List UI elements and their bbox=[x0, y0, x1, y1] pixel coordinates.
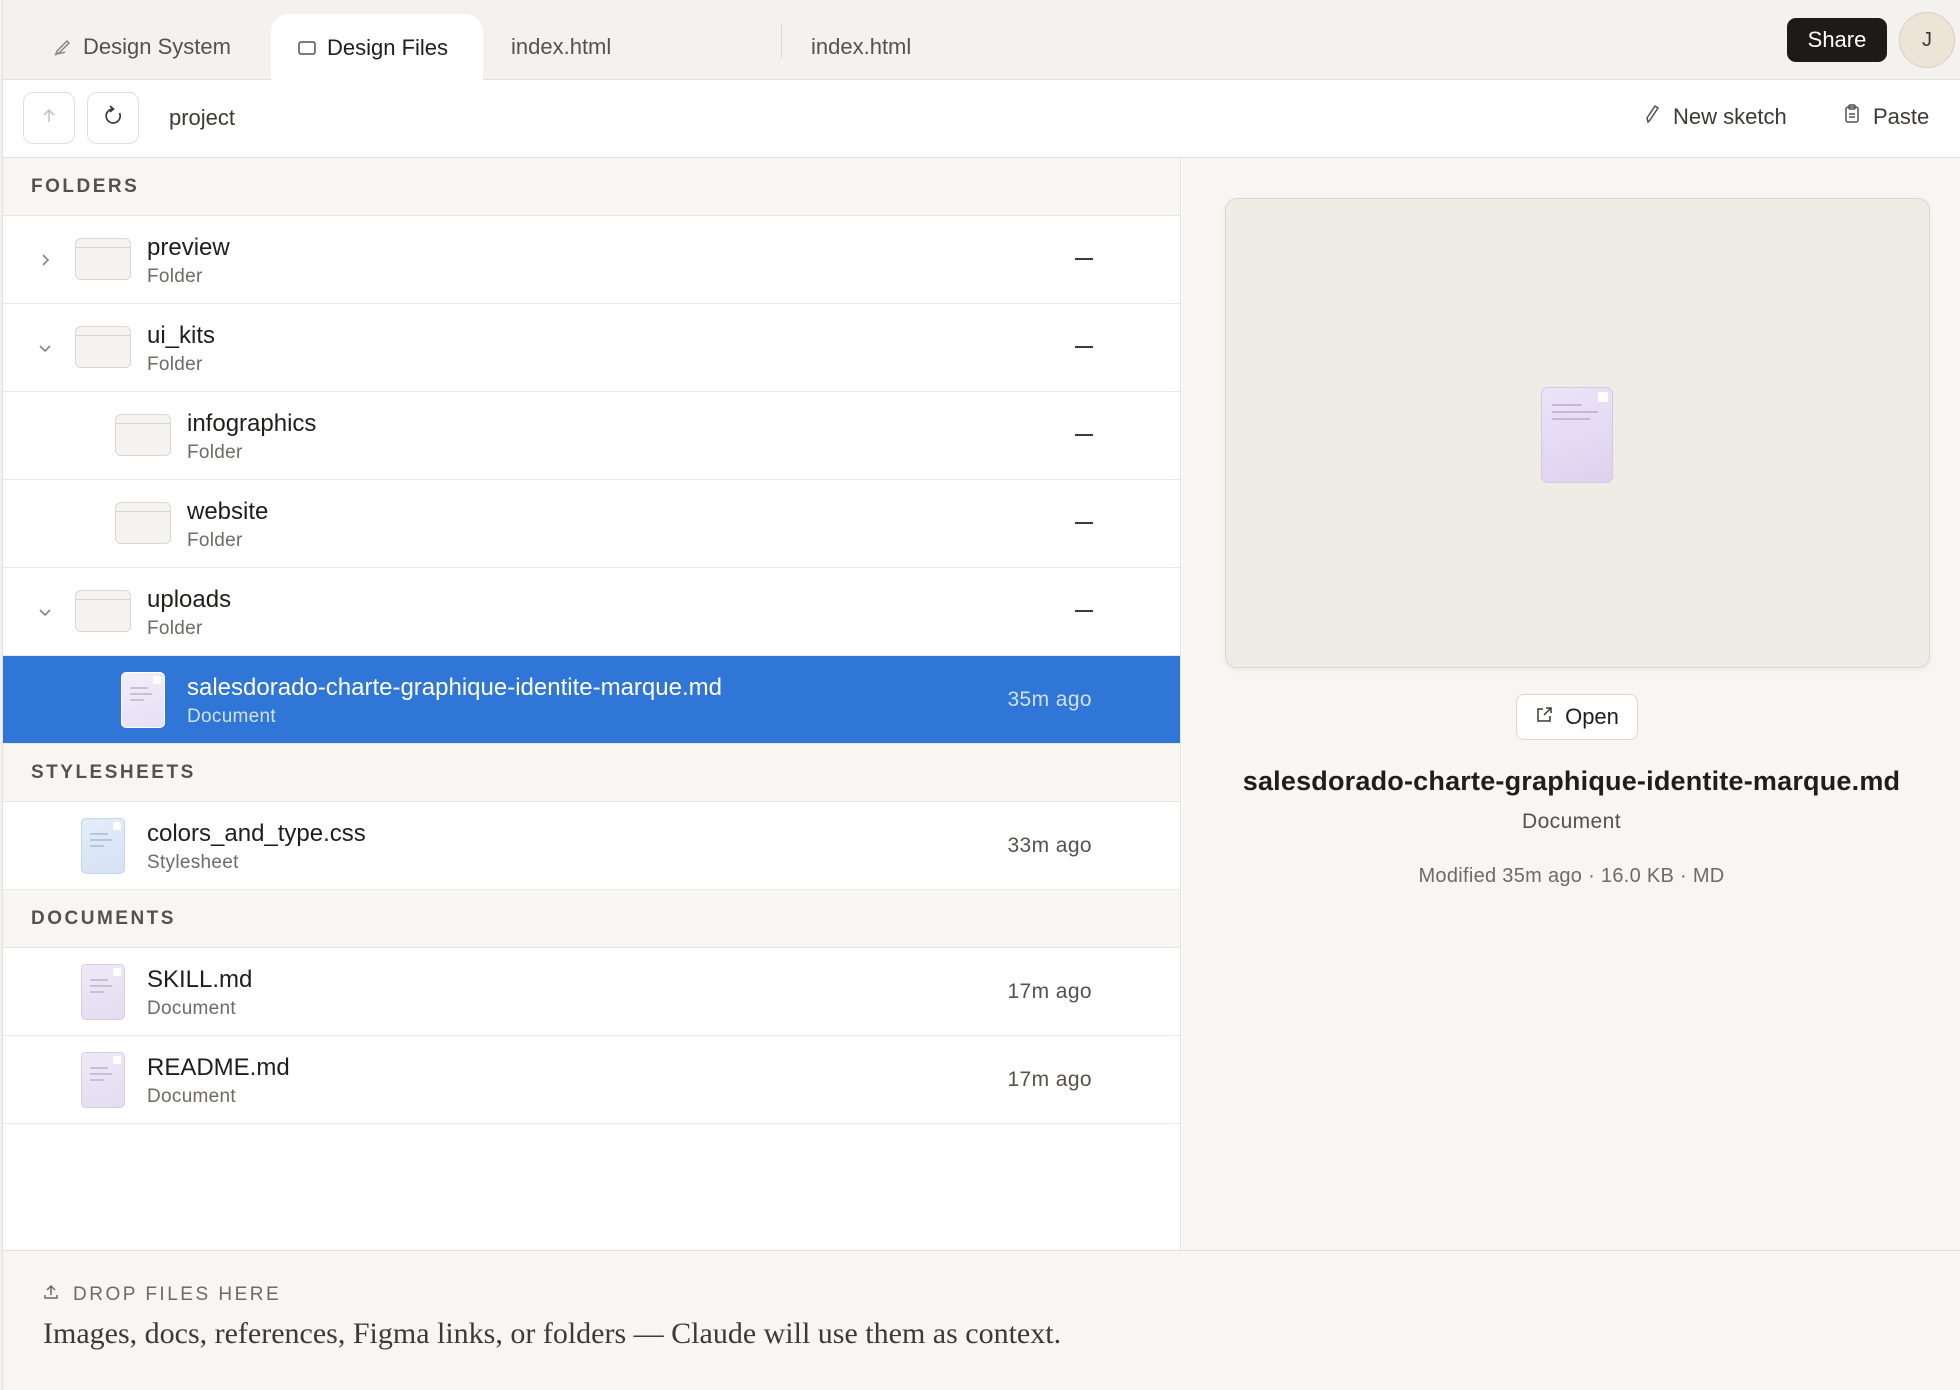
item-name: README.md bbox=[147, 1054, 290, 1081]
section-header-documents: DOCUMENTS bbox=[3, 890, 1180, 948]
item-name: uploads bbox=[147, 586, 232, 613]
list-item[interactable]: README.md Document 17m ago bbox=[3, 1036, 1180, 1124]
folder-icon bbox=[115, 414, 171, 456]
document-icon bbox=[81, 964, 125, 1020]
empty-date-dash bbox=[1075, 522, 1093, 524]
tab-label: Design Files bbox=[327, 34, 449, 60]
drop-zone-heading: DROP FILES HERE bbox=[73, 1284, 282, 1305]
item-name: preview bbox=[147, 234, 230, 261]
tab-design-files[interactable]: Design Files bbox=[271, 14, 483, 81]
item-name: website bbox=[187, 498, 269, 525]
document-icon bbox=[1541, 387, 1613, 483]
item-kind: Document bbox=[147, 998, 236, 1019]
file-list: FOLDERS preview Folder ui_kits Folder in… bbox=[3, 158, 1181, 1250]
open-label: Open bbox=[1565, 704, 1619, 729]
empty-date-dash bbox=[1075, 346, 1093, 348]
item-kind: Folder bbox=[147, 618, 203, 639]
tab-design-system[interactable]: Design System bbox=[25, 14, 259, 80]
pen-icon bbox=[53, 37, 73, 57]
app-window: Design System Design Files index.html in… bbox=[2, 0, 1960, 1390]
chevron-right-icon[interactable] bbox=[35, 250, 55, 270]
drop-zone-text: Images, docs, references, Figma links, o… bbox=[43, 1317, 1062, 1350]
section-header-folders: FOLDERS bbox=[3, 158, 1180, 216]
tab-divider bbox=[781, 24, 782, 58]
item-kind: Document bbox=[187, 706, 276, 727]
preview-meta: Modified 35m ago · 16.0 KB · MD bbox=[1418, 865, 1725, 887]
pencil-icon bbox=[1643, 104, 1661, 130]
item-kind: Folder bbox=[147, 354, 203, 375]
item-name: colors_and_type.css bbox=[147, 820, 366, 847]
tab-label: index.html bbox=[511, 34, 612, 59]
list-item[interactable]: uploads Folder bbox=[3, 568, 1180, 656]
clipboard-icon bbox=[1843, 104, 1861, 130]
refresh-icon bbox=[101, 104, 125, 133]
item-date: 35m ago bbox=[1007, 688, 1092, 711]
item-name: ui_kits bbox=[147, 322, 216, 349]
open-button[interactable]: Open bbox=[1516, 694, 1638, 740]
item-name: SKILL.md bbox=[147, 966, 253, 993]
stylesheet-icon bbox=[81, 818, 125, 874]
empty-date-dash bbox=[1075, 258, 1093, 260]
tab-label: Design System bbox=[83, 34, 231, 59]
drop-zone[interactable]: DROP FILES HERE Images, docs, references… bbox=[3, 1250, 1960, 1390]
item-name: infographics bbox=[187, 410, 317, 437]
new-sketch-button[interactable]: New sketch bbox=[1643, 104, 1787, 130]
preview-kind: Document bbox=[1522, 810, 1621, 833]
breadcrumb[interactable]: project bbox=[169, 105, 235, 131]
drop-zone-header: DROP FILES HERE bbox=[43, 1283, 281, 1307]
file-thumbnail[interactable] bbox=[1225, 198, 1930, 668]
list-item[interactable]: SKILL.md Document 17m ago bbox=[3, 948, 1180, 1036]
tab-bar: Design System Design Files index.html in… bbox=[3, 0, 1960, 81]
chevron-down-icon[interactable] bbox=[35, 602, 55, 622]
folder-icon bbox=[75, 590, 131, 632]
item-date: 17m ago bbox=[1007, 980, 1092, 1003]
item-kind: Stylesheet bbox=[147, 852, 239, 873]
refresh-button[interactable] bbox=[87, 92, 139, 144]
section-header-stylesheets: STYLESHEETS bbox=[3, 744, 1180, 802]
list-item[interactable]: website Folder bbox=[3, 480, 1180, 568]
preview-title: salesdorado-charte-graphique-identite-ma… bbox=[1242, 766, 1901, 796]
list-item[interactable]: preview Folder bbox=[3, 216, 1180, 304]
paste-label: Paste bbox=[1873, 104, 1930, 129]
list-item[interactable]: colors_and_type.css Stylesheet 33m ago bbox=[3, 802, 1180, 890]
upload-icon bbox=[43, 1283, 59, 1307]
tab-label: index.html bbox=[811, 34, 912, 59]
folder-icon bbox=[75, 238, 131, 280]
tab-index-html-1[interactable]: index.html bbox=[483, 14, 639, 80]
item-kind: Folder bbox=[187, 530, 243, 551]
toolbar: project New sketch Paste bbox=[3, 80, 1960, 158]
avatar[interactable]: J bbox=[1899, 12, 1955, 68]
preview-panel: Open salesdorado-charte-graphique-identi… bbox=[1182, 158, 1960, 1250]
new-sketch-label: New sketch bbox=[1673, 104, 1787, 129]
arrow-up-icon bbox=[39, 106, 59, 131]
share-button[interactable]: Share bbox=[1787, 18, 1887, 62]
document-icon bbox=[81, 1052, 125, 1108]
folder-icon bbox=[115, 502, 171, 544]
chevron-down-icon[interactable] bbox=[35, 338, 55, 358]
empty-date-dash bbox=[1075, 610, 1093, 612]
item-kind: Folder bbox=[147, 266, 203, 287]
external-link-icon bbox=[1535, 704, 1553, 730]
item-date: 33m ago bbox=[1007, 834, 1092, 857]
item-name: salesdorado-charte-graphique-identite-ma… bbox=[187, 674, 722, 701]
empty-date-dash bbox=[1075, 434, 1093, 436]
up-button[interactable] bbox=[23, 92, 75, 144]
item-date: 17m ago bbox=[1007, 1068, 1092, 1091]
tab-index-html-2[interactable]: index.html bbox=[783, 14, 939, 80]
list-item[interactable]: infographics Folder bbox=[3, 392, 1180, 480]
document-icon bbox=[121, 672, 165, 728]
paste-button[interactable]: Paste bbox=[1843, 104, 1929, 130]
list-item[interactable]: ui_kits Folder bbox=[3, 304, 1180, 392]
item-kind: Folder bbox=[187, 442, 243, 463]
folder-icon bbox=[297, 38, 317, 58]
item-kind: Document bbox=[147, 1086, 236, 1107]
folder-icon bbox=[75, 326, 131, 368]
list-item-selected[interactable]: salesdorado-charte-graphique-identite-ma… bbox=[3, 656, 1180, 744]
